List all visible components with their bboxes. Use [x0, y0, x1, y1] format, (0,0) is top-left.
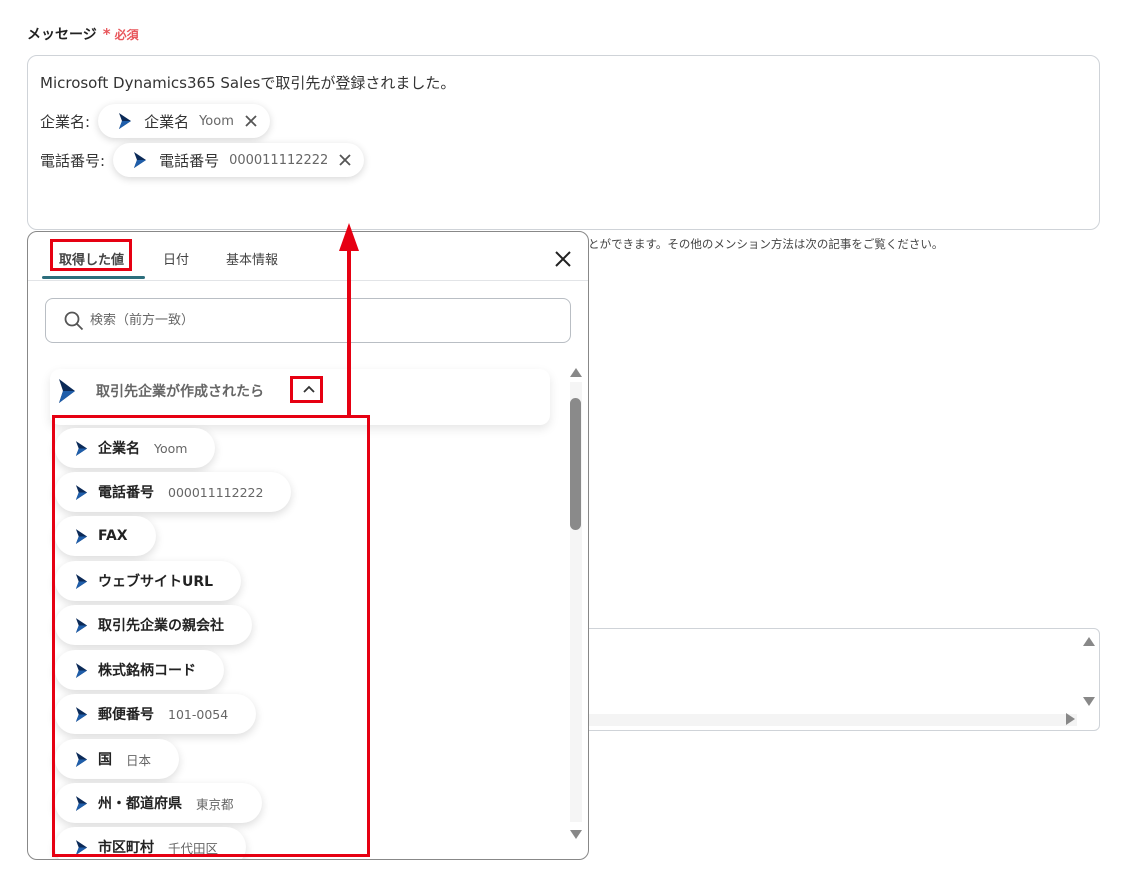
message-textarea[interactable]: Microsoft Dynamics365 Salesで取引先が登録されました。… [27, 55, 1100, 230]
list-item[interactable]: 郵便番号 101-0054 [55, 694, 257, 734]
scroll-down-icon[interactable] [570, 830, 582, 839]
message-line-1: Microsoft Dynamics365 Salesで取引先が登録されました。 [40, 74, 456, 92]
list-item[interactable]: ウェブサイトURL [55, 561, 242, 601]
item-value: 101-0054 [168, 706, 229, 722]
variable-pill-company[interactable]: 企業名 Yoom [98, 104, 270, 138]
scroll-up-icon[interactable] [570, 368, 582, 377]
dynamics-logo-icon [75, 617, 88, 633]
item-name: 郵便番号 [98, 707, 154, 723]
list-item[interactable]: 電話番号 000011112222 [55, 472, 292, 512]
item-name: 取引先企業の親会社 [98, 618, 224, 634]
search-field[interactable] [45, 298, 571, 343]
dynamics-logo-icon [75, 528, 88, 544]
tab-date[interactable]: 日付 [163, 249, 189, 268]
item-value: 東京都 [196, 796, 234, 812]
background-textarea[interactable] [580, 628, 1100, 731]
item-name: 株式銘柄コード [98, 663, 196, 679]
active-tab-indicator [42, 276, 145, 279]
chevron-up-icon [303, 385, 315, 393]
scroll-thumb[interactable] [570, 398, 581, 530]
dynamics-logo-icon [75, 751, 88, 767]
item-name: 州・都道府県 [98, 796, 182, 812]
message-row-phone: 電話番号: 電話番号 000011112222 [40, 143, 365, 177]
pill-name: 企業名 [144, 112, 190, 131]
item-name: 電話番号 [98, 485, 154, 501]
required-star-icon: * [102, 25, 111, 43]
dynamics-logo-icon [75, 484, 88, 500]
dynamics-logo-icon [75, 706, 88, 722]
list-item[interactable]: 市区町村 千代田区 [55, 827, 247, 859]
variable-picker-popup: 取得した値 日付 基本情報 取引先企業が作成されたら 企業名 Yoom 電話番号… [27, 231, 589, 860]
pill-name: 電話番号 [159, 151, 220, 170]
collapse-toggle[interactable] [294, 377, 324, 401]
tab-bar: 取得した値 日付 基本情報 [28, 232, 588, 281]
item-name: ウェブサイトURL [98, 574, 214, 590]
search-icon [64, 311, 84, 330]
dynamics-logo-icon [75, 839, 88, 855]
list-item[interactable]: 企業名 Yoom [55, 428, 216, 468]
dynamics-logo-icon [75, 573, 88, 589]
item-name: 市区町村 [98, 840, 154, 856]
item-name: 国 [98, 752, 112, 768]
dynamics-logo-icon [119, 113, 132, 129]
scroll-right-icon[interactable] [1066, 713, 1075, 725]
vertical-scrollbar[interactable] [566, 362, 586, 842]
item-name: 企業名 [98, 441, 140, 457]
search-input[interactable] [90, 313, 490, 328]
group-header[interactable]: 取引先企業が作成されたら [50, 369, 550, 425]
item-value: 日本 [126, 752, 152, 768]
list-item[interactable]: 国 日本 [55, 739, 180, 779]
item-value: 千代田区 [168, 840, 219, 856]
close-icon[interactable] [244, 114, 258, 128]
tab-basic-info[interactable]: 基本情報 [226, 249, 278, 268]
horizontal-scrollbar[interactable] [589, 714, 1077, 726]
item-value: 000011112222 [168, 484, 264, 500]
message-row-company: 企業名: 企業名 Yoom [40, 104, 270, 138]
item-value: Yoom [154, 440, 188, 456]
pill-value: 000011112222 [229, 152, 329, 168]
annotation-arrow-head-icon [339, 223, 359, 251]
list-item[interactable]: 株式銘柄コード [55, 650, 224, 690]
list-item[interactable]: FAX [55, 516, 156, 556]
message-label-text: メッセージ [27, 27, 97, 43]
dynamics-logo-icon [75, 795, 88, 811]
tab-acquired-values[interactable]: 取得した値 [59, 249, 124, 268]
row-label-phone: 電話番号: [40, 151, 106, 170]
list-item[interactable]: 取引先企業の親会社 [55, 605, 252, 645]
message-field-label: メッセージ * 必須 [27, 24, 139, 44]
variable-pill-phone[interactable]: 電話番号 000011112222 [113, 143, 365, 177]
close-icon[interactable] [338, 153, 352, 167]
pill-value: Yoom [199, 113, 234, 129]
item-name: FAX [98, 528, 128, 544]
group-title: 取引先企業が作成されたら [96, 384, 264, 400]
helper-text: とができます。その他のメンション方法は次の記事をご覧ください。 [588, 237, 944, 251]
dynamics-logo-icon [75, 440, 88, 456]
scroll-down-icon[interactable] [1083, 697, 1095, 706]
close-icon[interactable] [554, 250, 572, 268]
row-label-company: 企業名: [40, 112, 91, 131]
required-badge: 必須 [114, 27, 139, 42]
dynamics-logo-icon [134, 152, 147, 168]
list-item[interactable]: 州・都道府県 東京都 [55, 783, 262, 823]
dynamics-logo-icon [59, 379, 75, 403]
scroll-up-icon[interactable] [1083, 637, 1095, 646]
dynamics-logo-icon [75, 662, 88, 678]
